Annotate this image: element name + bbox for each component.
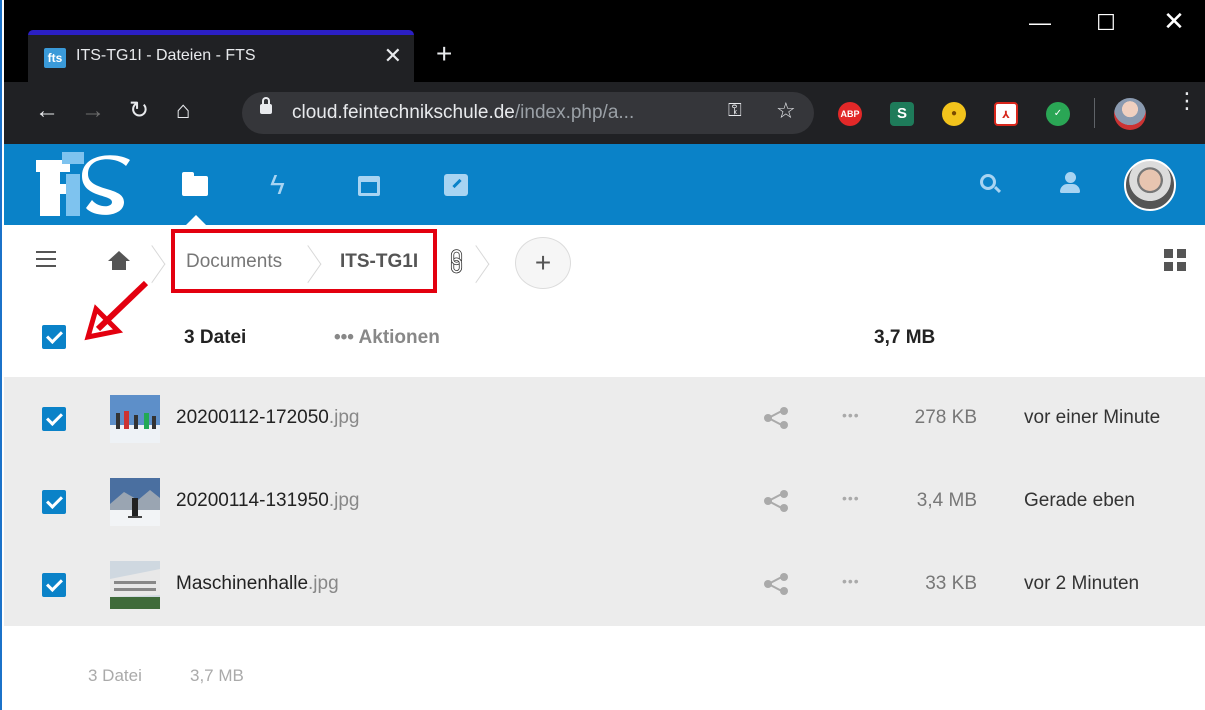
file-list: 20200112-172050.jpg ••• 278 KB vor einer… — [4, 377, 1205, 626]
share-icon[interactable] — [764, 490, 788, 512]
file-size: 33 KB — [925, 573, 977, 594]
user-avatar[interactable] — [1124, 159, 1176, 211]
file-basename: 20200114-131950 — [176, 490, 329, 511]
actions-menu-button[interactable]: ••• Aktionen — [334, 327, 440, 349]
row-checkbox[interactable] — [42, 490, 66, 514]
key-icon[interactable]: ⚿ — [728, 100, 742, 121]
file-name[interactable]: Maschinenhalle.jpg — [176, 573, 339, 595]
file-extension: .jpg — [308, 573, 339, 594]
home-icon[interactable] — [108, 251, 130, 271]
file-modified: Gerade eben — [1024, 490, 1135, 511]
lock-icon — [260, 97, 272, 114]
file-thumbnail[interactable] — [110, 561, 160, 609]
tab-close-icon[interactable]: ✕ — [384, 43, 402, 69]
table-row[interactable]: Maschinenhalle.jpg ••• 33 KB vor 2 Minut… — [4, 543, 1205, 626]
back-arrow-icon[interactable]: ← — [32, 96, 62, 126]
browser-home-icon[interactable]: ⌂ — [168, 96, 198, 126]
more-options-icon[interactable]: ••• — [842, 490, 860, 506]
tab-title: ITS-TG1I - Dateien - FTS — [76, 47, 256, 64]
file-extension: .jpg — [328, 490, 360, 511]
file-basename: Maschinenhalle — [176, 573, 309, 594]
maximize-icon[interactable]: ☐ — [1086, 10, 1126, 36]
file-modified: vor 2 Minuten — [1024, 573, 1140, 594]
browser-tab[interactable]: fts ITS-TG1I - Dateien - FTS ✕ — [28, 35, 414, 82]
address-bar[interactable]: cloud.feintechnikschule.de/index.php/a..… — [242, 92, 814, 134]
minimize-icon[interactable]: — — [1020, 10, 1060, 36]
forward-arrow-icon[interactable]: → — [78, 96, 108, 126]
app-header: ϟ — [4, 144, 1205, 225]
file-basename: 20200112-172050 — [176, 407, 329, 428]
total-size: 3,7 MB — [874, 327, 936, 348]
pdf-extension-icon[interactable]: ⅄ — [994, 102, 1018, 126]
toolbar-divider — [1094, 98, 1095, 128]
row-checkbox[interactable] — [42, 573, 66, 597]
file-thumbnail[interactable] — [110, 395, 160, 443]
title-bar: fts ITS-TG1I - Dateien - FTS ✕ + — ☐ ✕ — [4, 0, 1205, 82]
calendar-icon[interactable] — [358, 172, 386, 198]
row-checkbox[interactable] — [42, 407, 66, 431]
footer-file-count: 3 Datei — [88, 666, 142, 685]
browser-menu-icon[interactable]: ⋮ — [1176, 90, 1198, 112]
files-folder-icon[interactable] — [182, 172, 210, 198]
file-name[interactable]: 20200112-172050.jpg — [176, 407, 360, 429]
file-thumbnail[interactable] — [110, 478, 160, 526]
share-icon[interactable] — [764, 573, 788, 595]
window-close-icon[interactable]: ✕ — [1154, 6, 1194, 37]
notes-edit-icon[interactable] — [444, 172, 472, 198]
footer-total-size: 3,7 MB — [190, 666, 244, 685]
green-extension-icon[interactable]: ✓ — [1046, 102, 1070, 126]
reload-icon[interactable]: ↻ — [124, 96, 154, 126]
more-options-icon[interactable]: ••• — [842, 407, 860, 423]
breadcrumb-bar: Documents ITS-TG1I 🔗︎ + — [4, 225, 1205, 301]
share-icon[interactable] — [764, 407, 788, 429]
bookmark-star-icon[interactable]: ☆ — [776, 98, 796, 124]
browser-window: fts ITS-TG1I - Dateien - FTS ✕ + — ☐ ✕ ←… — [0, 0, 1205, 710]
file-extension: .jpg — [328, 407, 360, 428]
file-size: 278 KB — [914, 407, 977, 428]
browser-profile-icon[interactable] — [1114, 98, 1146, 130]
red-arrow-annotation — [84, 280, 149, 341]
file-name[interactable]: 20200114-131950.jpg — [176, 490, 360, 512]
red-highlight-box — [171, 229, 437, 293]
bee-extension-icon[interactable]: ● — [942, 102, 966, 126]
select-all-checkbox[interactable] — [42, 325, 66, 349]
favicon-icon: fts — [44, 48, 66, 68]
add-new-button[interactable]: + — [515, 237, 571, 289]
fts-logo[interactable] — [36, 152, 130, 218]
file-size: 3,4 MB — [916, 490, 977, 511]
fts-logo-graphic — [36, 152, 130, 216]
url-path: /index.php/a... — [514, 102, 635, 123]
activity-bolt-icon[interactable]: ϟ — [270, 171, 298, 199]
search-icon[interactable] — [980, 174, 996, 190]
active-indicator — [186, 215, 206, 225]
s-extension-icon[interactable]: S — [890, 102, 914, 126]
file-modified: vor einer Minute — [1024, 407, 1161, 428]
browser-toolbar: ← → ↻ ⌂ cloud.feintechnikschule.de/index… — [4, 82, 1205, 144]
new-tab-button[interactable]: + — [436, 40, 452, 68]
adblock-extension-icon[interactable]: ABP — [838, 102, 862, 126]
file-list-header: 3 Datei ••• Aktionen 3,7 MB — [4, 280, 1205, 377]
table-row[interactable]: 20200114-131950.jpg ••• 3,4 MB Gerade eb… — [4, 460, 1205, 543]
table-row[interactable]: 20200112-172050.jpg ••• 278 KB vor einer… — [4, 377, 1205, 460]
hamburger-menu-icon[interactable] — [36, 251, 56, 267]
contacts-icon[interactable] — [1060, 172, 1080, 194]
url-text: cloud.feintechnikschule.de/index.php/a..… — [292, 102, 634, 124]
selected-count: 3 Datei — [184, 327, 247, 348]
breadcrumb-separator — [476, 239, 490, 283]
url-host: cloud.feintechnikschule.de — [292, 102, 515, 123]
more-options-icon[interactable]: ••• — [842, 573, 860, 589]
grid-view-icon[interactable] — [1164, 249, 1186, 271]
